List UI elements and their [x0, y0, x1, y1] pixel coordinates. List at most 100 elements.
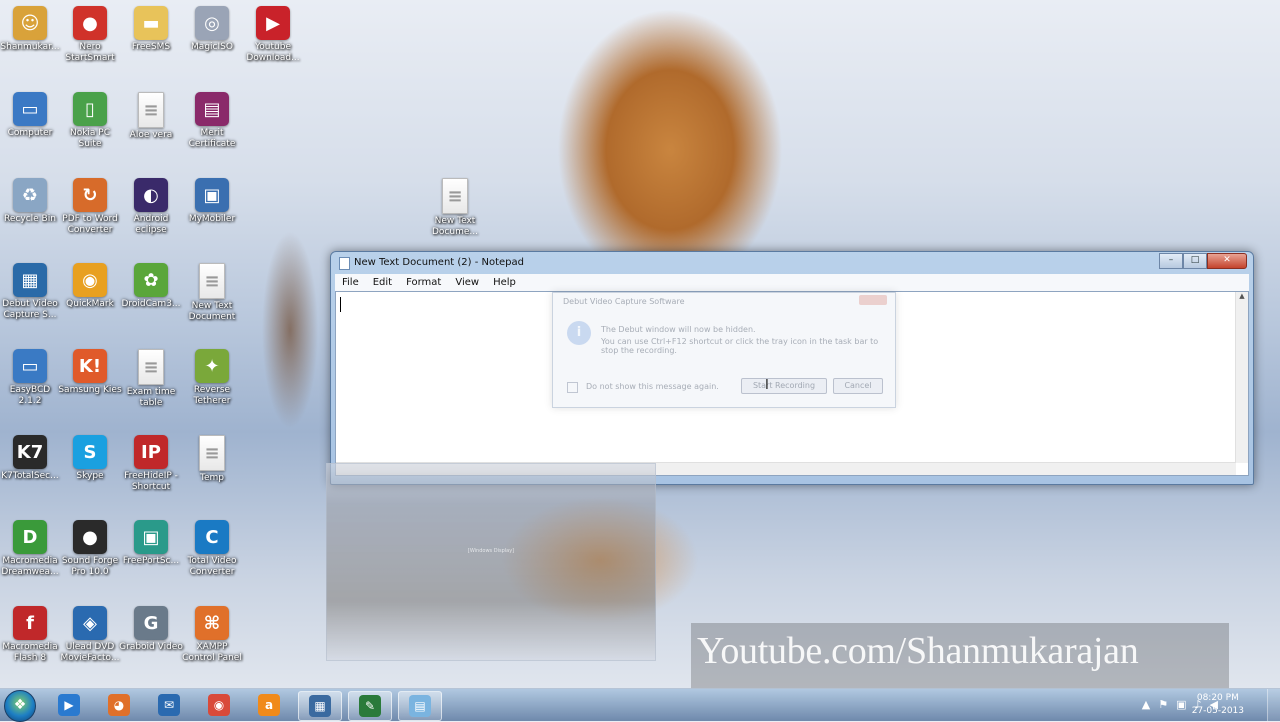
desktop-icon[interactable]: ≡ New Text Docume...: [423, 178, 487, 238]
avast-icon: a: [258, 694, 280, 716]
desktop-icon[interactable]: S Skype: [58, 435, 122, 482]
computer-icon: ▭: [13, 92, 47, 126]
xampp-icon: ⌘: [195, 606, 229, 640]
menu-view[interactable]: View: [448, 277, 486, 288]
disc-icon: ◎: [195, 6, 229, 40]
mymobiler-icon: ▣: [195, 178, 229, 212]
desktop-icon[interactable]: ◐ Android eclipse: [119, 178, 183, 236]
desktop-icon[interactable]: ≡ Exam time table: [119, 349, 183, 409]
desktop-icon[interactable]: K! Samsung Kies: [58, 349, 122, 396]
taskbar-button-firefox[interactable]: ◕: [98, 691, 140, 719]
vertical-scrollbar[interactable]: ▲: [1235, 292, 1248, 463]
dialog-title: Debut Video Capture Software: [563, 297, 685, 306]
desktop-icon[interactable]: ◈ Ulead DVD MovieFacto...: [58, 606, 122, 664]
desktop-icon[interactable]: ● Sound Forge Pro 10.0: [58, 520, 122, 578]
media-player-icon: ▶: [58, 694, 80, 716]
winrar-icon: ▤: [195, 92, 229, 126]
desktop-icon[interactable]: ↻ PDF to Word Converter: [58, 178, 122, 236]
dreamweaver-icon: D: [13, 520, 47, 554]
show-hidden-icons-icon[interactable]: ▲: [1142, 698, 1150, 711]
desktop-icon[interactable]: ≡ Aloe vera: [119, 92, 183, 141]
minimize-button[interactable]: –: [1159, 253, 1183, 269]
maximize-button[interactable]: □: [1183, 253, 1207, 269]
clock-time: 08:20 PM: [1196, 693, 1239, 703]
desktop-icon[interactable]: ☺ Shanmukar...: [0, 6, 62, 53]
desktop-icon[interactable]: ● Nero StartSmart: [58, 6, 122, 64]
text-file-icon: ≡: [199, 435, 225, 471]
debut-message-dialog[interactable]: Debut Video Capture Software i The Debut…: [552, 292, 896, 408]
graboid-icon: G: [134, 606, 168, 640]
ibeam-cursor-icon: Ι: [765, 378, 769, 393]
desktop-icon[interactable]: ▶ Youtube Download...: [241, 6, 305, 64]
desktop-icon[interactable]: IP FreeHideIP - Shortcut: [119, 435, 183, 493]
desktop-icon[interactable]: ✦ Reverse Tetherer: [180, 349, 244, 407]
desktop-icon[interactable]: K7 K7TotalSec...: [0, 435, 62, 482]
youtube-downloader-icon: ▶: [256, 6, 290, 40]
desktop-icon-label: Computer: [7, 128, 53, 138]
notepad-titlebar[interactable]: New Text Document (2) - Notepad – □ ✕: [331, 252, 1253, 274]
menu-file[interactable]: File: [335, 277, 366, 288]
taskbar-button-chrome[interactable]: ◉: [198, 691, 240, 719]
taskbar-button-ie[interactable]: ▶: [48, 691, 90, 719]
desktop-icon[interactable]: ≡ Temp: [180, 435, 244, 484]
desktop-icon[interactable]: ♻ Recycle Bin: [0, 178, 62, 225]
desktop-icon[interactable]: D Macromedia Dreamwea...: [0, 520, 62, 578]
close-button[interactable]: ✕: [1207, 253, 1247, 269]
chrome-icon: ◉: [208, 694, 230, 716]
taskbar-button-debut[interactable]: ▦: [298, 691, 342, 721]
desktop-icon[interactable]: ▣ FreePortSc...: [119, 520, 183, 567]
taskbar-button-notepad[interactable]: ▤: [398, 691, 442, 721]
taskbar-button-messenger[interactable]: ✉: [148, 691, 190, 719]
show-desktop-button[interactable]: [1267, 689, 1280, 721]
desktop-icon-label: Nero StartSmart: [65, 42, 115, 63]
desktop-icon[interactable]: G Graboid Video: [119, 606, 183, 653]
desktop-icon-label: Exam time table: [126, 387, 176, 408]
desktop-icon[interactable]: ◎ MagicISO: [180, 6, 244, 53]
desktop-icon-label: Nokia PC Suite: [69, 128, 111, 149]
desktop-icon-label: New Text Document: [188, 301, 236, 322]
desktop-icon[interactable]: ▦ Debut Video Capture S...: [0, 263, 62, 321]
text-file-icon: ≡: [199, 263, 225, 299]
desktop-icon[interactable]: f Macromedia Flash 8: [0, 606, 62, 664]
desktop-icon[interactable]: ▬ FreeSMS: [119, 6, 183, 53]
menu-format[interactable]: Format: [399, 277, 448, 288]
desktop-icon[interactable]: ▯ Nokia PC Suite: [58, 92, 122, 150]
action-center-icon[interactable]: ⚑: [1158, 698, 1168, 711]
taskbar-button-pen[interactable]: ✎: [348, 691, 392, 721]
desktop-icon[interactable]: ✿ DroidCam3...: [119, 263, 183, 310]
desktop-icon[interactable]: ≡ New Text Document: [180, 263, 244, 323]
start-recording-button[interactable]: Start Recording: [741, 378, 827, 394]
taskbar-button-avast[interactable]: a: [248, 691, 290, 719]
start-button[interactable]: ❖: [4, 690, 36, 722]
sound-forge-icon: ●: [73, 520, 107, 554]
cancel-button[interactable]: Cancel: [833, 378, 883, 394]
menu-edit[interactable]: Edit: [366, 277, 399, 288]
desktop-icon[interactable]: ▭ Computer: [0, 92, 62, 139]
desktop-icon-label: Samsung Kies: [58, 385, 122, 395]
freehideip-icon: IP: [134, 435, 168, 469]
dialog-close-button[interactable]: [859, 295, 887, 305]
desktop-icon[interactable]: ▭ EasyBCD 2.1.2: [0, 349, 62, 407]
desktop-icon[interactable]: ⌘ XAMPP Control Panel: [180, 606, 244, 664]
desktop-icon-label: New Text Docume...: [432, 216, 478, 237]
desktop-icon[interactable]: ▤ Merit Certificate: [180, 92, 244, 150]
desktop-icon[interactable]: ▣ MyMobiler: [180, 178, 244, 225]
desktop-icon-label: Ulead DVD MovieFacto...: [60, 642, 120, 663]
desktop-icon-label: QuickMark: [66, 299, 114, 309]
flash-icon: f: [13, 606, 47, 640]
desktop-icon[interactable]: C Total Video Converter: [180, 520, 244, 578]
desktop-icon-label: Graboid Video: [119, 642, 183, 652]
desktop-icon-label: MyMobiler: [188, 214, 236, 224]
desktop-icon-label: Shanmukar...: [0, 42, 60, 52]
clock-date: 27-05-2013: [1191, 706, 1244, 716]
desktop-icon-label: Sound Forge Pro 10.0: [61, 556, 119, 577]
menu-help[interactable]: Help: [486, 277, 523, 288]
desktop-icon-label: Temp: [200, 473, 224, 483]
desktop-icon[interactable]: ◉ QuickMark: [58, 263, 122, 310]
clock[interactable]: 08:20 PM 27-05-2013: [1192, 692, 1244, 718]
network-icon[interactable]: ▣: [1176, 698, 1186, 711]
do-not-show-checkbox[interactable]: [567, 382, 578, 393]
nokia-icon: ▯: [73, 92, 107, 126]
droidcam-icon: ✿: [134, 263, 168, 297]
desktop-icon-label: FreeHideIP - Shortcut: [124, 471, 178, 492]
